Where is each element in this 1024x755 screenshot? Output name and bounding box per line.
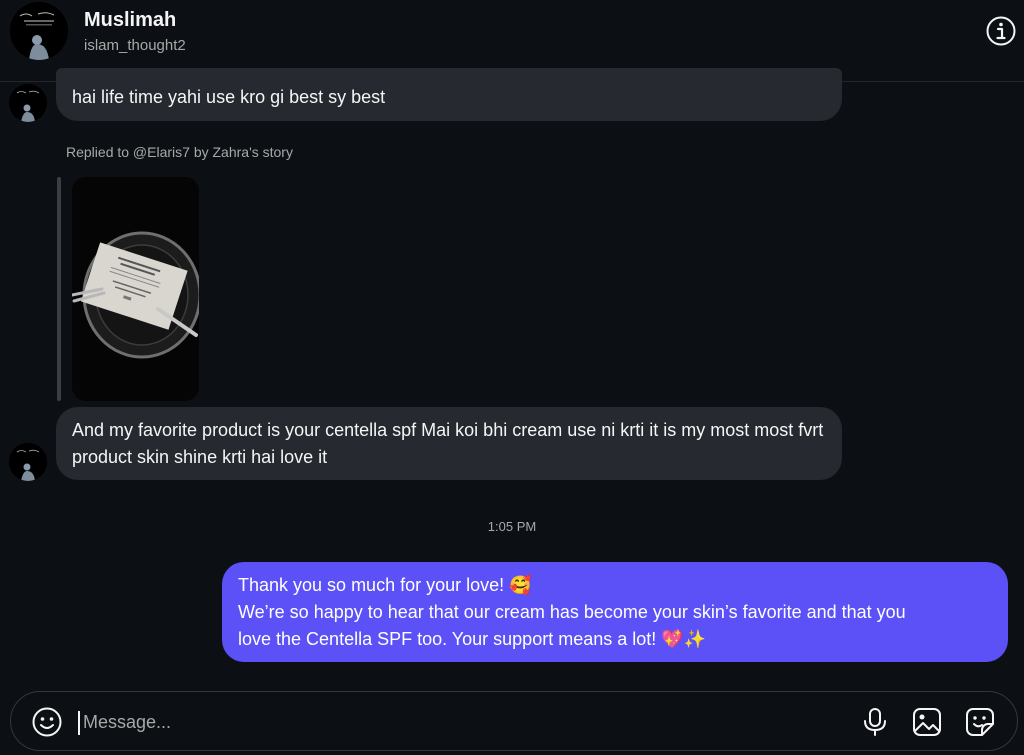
sender-avatar[interactable] bbox=[9, 84, 47, 122]
message-input[interactable] bbox=[81, 704, 841, 740]
emoji-icon[interactable] bbox=[31, 706, 63, 738]
message-line: We’re so happy to hear that our cream ha… bbox=[238, 602, 906, 622]
message-timestamp: 1:05 PM bbox=[487, 519, 537, 534]
info-icon[interactable] bbox=[985, 15, 1017, 47]
message-line: love the Centella SPF too. Your support … bbox=[238, 629, 707, 649]
image-icon[interactable] bbox=[911, 706, 943, 738]
story-thumbnail[interactable] bbox=[72, 177, 199, 401]
message-text: hai life time yahi use kro gi best sy be… bbox=[72, 87, 386, 107]
reply-indicator-bar bbox=[57, 177, 61, 401]
message-line: Thank you so much for your love! 🥰 bbox=[238, 575, 532, 595]
incoming-message: hai life time yahi use kro gi best sy be… bbox=[56, 68, 842, 121]
message-composer bbox=[10, 691, 1018, 751]
outgoing-message: Thank you so much for your love! 🥰 We’re… bbox=[222, 562, 1008, 662]
contact-handle: islam_thought2 bbox=[84, 37, 186, 54]
sender-avatar[interactable] bbox=[9, 443, 47, 481]
incoming-message: And my favorite product is your centella… bbox=[56, 407, 842, 480]
reply-context: Replied to @Elaris7 by Zahra's story bbox=[66, 144, 293, 160]
profile-avatar[interactable] bbox=[10, 2, 68, 60]
sticker-icon[interactable] bbox=[964, 706, 996, 738]
contact-name[interactable]: Muslimah bbox=[84, 9, 176, 32]
message-text: And my favorite product is your centella… bbox=[72, 420, 824, 467]
text-cursor bbox=[78, 711, 80, 735]
microphone-icon[interactable] bbox=[859, 706, 891, 738]
